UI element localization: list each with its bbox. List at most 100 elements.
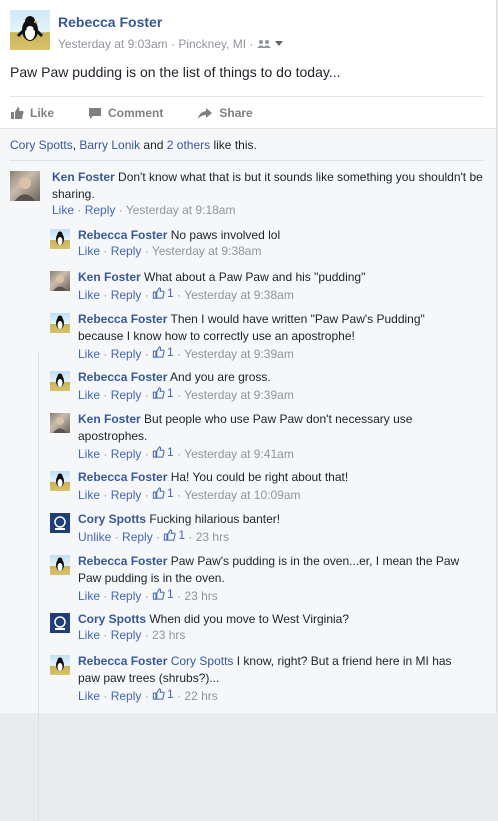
comment-reply-link[interactable]: Reply	[122, 530, 153, 544]
comment-mention[interactable]: Cory Spotts	[171, 654, 234, 668]
comment-avatar[interactable]	[50, 413, 70, 433]
penguin-icon	[56, 557, 64, 571]
comment-avatar[interactable]	[50, 371, 70, 391]
comment-unlike-link[interactable]: Unlike	[78, 530, 111, 544]
comment-timestamp[interactable]: Yesterday at 9:39am	[184, 388, 294, 402]
comment-author[interactable]: Rebecca Foster	[78, 228, 167, 242]
comment-author[interactable]: Cory Spotts	[78, 612, 146, 626]
comment-timestamp[interactable]: Yesterday at 9:18am	[126, 203, 236, 217]
comment-author[interactable]: Rebecca Foster	[78, 470, 167, 484]
comment-body: Ken Foster What about a Paw Paw and his …	[78, 269, 484, 286]
post-time[interactable]: Yesterday at 9:03am	[58, 37, 168, 51]
share-arrow-icon	[198, 107, 213, 119]
comment-like-count[interactable]: 1	[152, 286, 174, 300]
post-author[interactable]: Rebecca Foster	[58, 14, 162, 30]
comment-like-link[interactable]: Like	[78, 388, 100, 402]
comment-reply-link[interactable]: Reply	[111, 488, 142, 502]
comment-reply-link[interactable]: Reply	[111, 244, 142, 258]
comment-text: I know, right? But a friend here in MI h…	[236, 654, 452, 668]
comment-timestamp[interactable]: 23 hrs	[184, 589, 217, 603]
comment-timestamp[interactable]: 23 hrs	[152, 628, 185, 642]
person-photo-icon	[53, 275, 67, 291]
comment-like-count[interactable]: 1	[152, 587, 174, 601]
comment-item: Ken Foster But people who use Paw Paw do…	[50, 411, 484, 465]
comment-timestamp[interactable]: Yesterday at 9:38am	[152, 244, 262, 258]
comment-bubble-icon	[89, 107, 102, 119]
comment-text: But people who use Paw Paw don't necessa…	[144, 412, 413, 426]
comment-like-link[interactable]: Like	[52, 203, 74, 217]
comments-section: Cory Spotts, Barry Lonik and 2 others li…	[0, 128, 496, 821]
comment-author[interactable]: Ken Foster	[78, 270, 141, 284]
comment-reply-link[interactable]: Reply	[85, 203, 116, 217]
comment-timestamp[interactable]: 22 hrs	[184, 689, 217, 703]
penguin-icon	[56, 373, 64, 387]
comment-author[interactable]: Ken Foster	[78, 412, 141, 426]
comment-avatar[interactable]	[50, 655, 70, 675]
comment-author[interactable]: Ken Foster	[52, 170, 115, 184]
comment-timestamp[interactable]: Yesterday at 9:38am	[184, 288, 294, 302]
chevron-down-icon[interactable]	[274, 40, 284, 48]
comment-like-link[interactable]: Like	[78, 288, 100, 302]
penguin-icon	[56, 231, 64, 245]
comment-avatar[interactable]	[50, 229, 70, 249]
comment-like-link[interactable]: Like	[78, 628, 100, 642]
comment-item: Rebecca Foster And you are gross. Like · …	[50, 369, 484, 407]
comment-reply-link[interactable]: Reply	[111, 447, 142, 461]
comment-like-count[interactable]: 1	[152, 445, 174, 459]
post-card: Rebecca Foster Yesterday at 9:03am · Pin…	[0, 0, 497, 821]
share-button[interactable]: Share	[197, 97, 253, 129]
comment-like-link[interactable]: Like	[78, 589, 100, 603]
post-meta: Yesterday at 9:03am · Pinckney, MI ·	[58, 37, 284, 51]
post-location[interactable]: Pinckney, MI	[178, 37, 246, 51]
comment-avatar[interactable]	[50, 513, 70, 533]
comment-text-continued: sharing.	[52, 187, 95, 201]
comment-reply-link[interactable]: Reply	[111, 628, 142, 642]
penguin-icon	[56, 315, 64, 329]
thumbs-up-icon	[152, 688, 165, 700]
comment-avatar[interactable]	[50, 471, 70, 491]
comment-like-link[interactable]: Like	[78, 488, 100, 502]
comment-author[interactable]: Rebecca Foster	[78, 370, 167, 384]
comment-like-link[interactable]: Like	[78, 447, 100, 461]
comment-avatar[interactable]	[50, 613, 70, 633]
comment-author[interactable]: Cory Spotts	[78, 512, 146, 526]
comment-like-count[interactable]: 1	[152, 486, 174, 500]
comment-reply-link[interactable]: Reply	[111, 347, 142, 361]
comment-timestamp[interactable]: Yesterday at 10:09am	[184, 488, 300, 502]
comment-avatar[interactable]	[50, 555, 70, 575]
comment-actions: Like · Reply · Yesterday at 9:38am	[78, 244, 262, 258]
comment-body: Rebecca Foster Then I would have written…	[78, 311, 484, 345]
comment-avatar[interactable]	[10, 171, 40, 201]
liker-link[interactable]: Barry Lonik	[79, 138, 140, 152]
liker-link[interactable]: Cory Spotts	[10, 138, 73, 152]
comment-avatar[interactable]	[50, 313, 70, 333]
comment-item: Cory Spotts Fucking hilarious banter! Unl…	[50, 511, 484, 549]
comment-reply-link[interactable]: Reply	[111, 589, 142, 603]
comment-author[interactable]: Rebecca Foster	[78, 654, 167, 668]
comment-timestamp[interactable]: 23 hrs	[196, 530, 229, 544]
comment-body: Rebecca Foster Paw Paw's pudding is in t…	[78, 553, 484, 587]
person-photo-icon	[14, 177, 36, 201]
comment-reply-link[interactable]: Reply	[111, 288, 142, 302]
author-avatar[interactable]	[10, 10, 50, 50]
comment-like-link[interactable]: Like	[78, 689, 100, 703]
thumbs-up-icon	[152, 387, 165, 399]
comment-author[interactable]: Rebecca Foster	[78, 312, 167, 326]
comment-body: Cory Spotts Fucking hilarious banter!	[78, 511, 484, 528]
comment-author[interactable]: Rebecca Foster	[78, 554, 167, 568]
others-link[interactable]: 2 others	[167, 138, 210, 152]
comment-text: When did you move to West Virginia?	[149, 612, 350, 626]
comment-like-count[interactable]: 1	[152, 687, 174, 701]
comment-timestamp[interactable]: Yesterday at 9:41am	[184, 447, 294, 461]
comment-reply-link[interactable]: Reply	[111, 689, 142, 703]
comment-like-count[interactable]: 1	[152, 386, 174, 400]
comment-avatar[interactable]	[50, 271, 70, 291]
comment-reply-link[interactable]: Reply	[111, 388, 142, 402]
like-button[interactable]: Like	[10, 97, 54, 129]
comment-like-count[interactable]: 1	[152, 345, 174, 359]
comment-button[interactable]: Comment	[88, 97, 163, 129]
comment-like-count[interactable]: 1	[163, 528, 185, 542]
comment-like-link[interactable]: Like	[78, 244, 100, 258]
comment-like-link[interactable]: Like	[78, 347, 100, 361]
comment-timestamp[interactable]: Yesterday at 9:39am	[184, 347, 294, 361]
